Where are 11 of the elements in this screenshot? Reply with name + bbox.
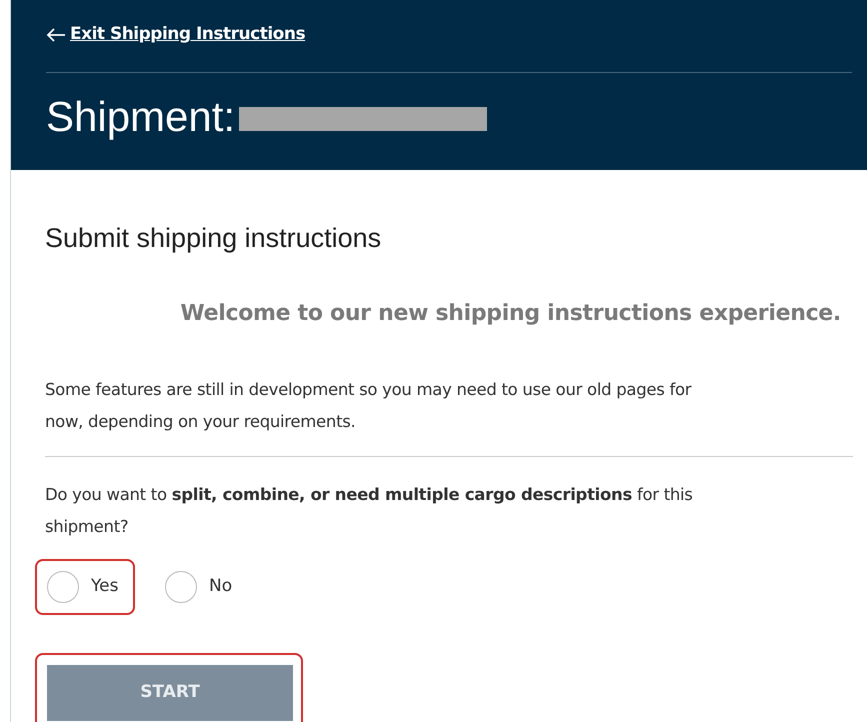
radio-button[interactable] [165,570,197,602]
shipment-title: Shipment: [46,96,236,138]
question-text: Do you want to split, combine, or need multiple cargo descriptions for this shipment? [45,484,694,538]
exit-link[interactable]: Exit Shipping Instructions [46,20,306,50]
radio-button[interactable] [47,570,79,602]
radio-option[interactable]: No [165,570,232,602]
intro-paragraph: Some features are still in development so you may need to use our old pages for now, depending on your requirements. [45,378,692,432]
welcome-heading: Welcome to our new shipping instructions experience. [179,300,842,328]
back-arrow-icon [46,28,66,42]
radio-option[interactable]: Yes [47,570,118,602]
section-heading: Submit shipping instructions [45,222,382,255]
